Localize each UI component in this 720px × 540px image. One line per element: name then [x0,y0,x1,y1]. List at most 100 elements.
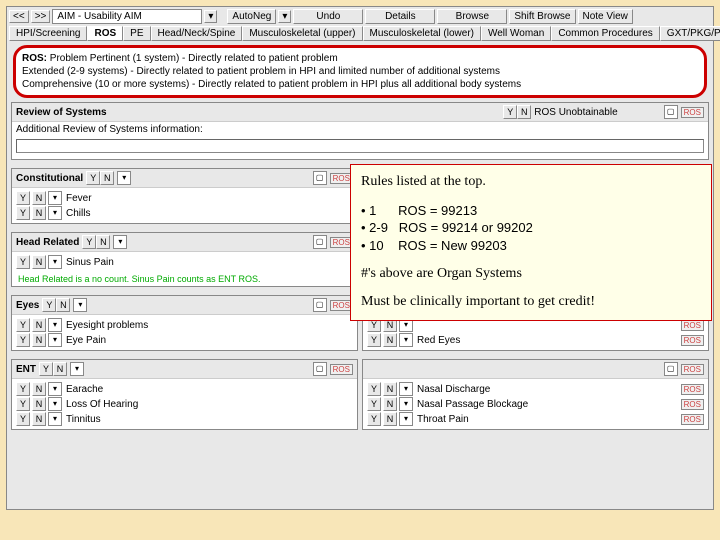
ent-expand[interactable]: ▢ [313,362,327,376]
throatpain-dd[interactable]: ▾ [399,412,413,426]
constitutional-y[interactable]: Y [86,171,100,185]
tab-pe[interactable]: PE [123,26,150,41]
eyesight-dd[interactable]: ▾ [48,318,62,332]
chills-n[interactable]: N [32,206,46,220]
callout-credit: Must be clinically important to get cred… [361,293,701,312]
head-n[interactable]: N [96,235,110,249]
eyes-dd[interactable]: ▾ [73,298,87,312]
tinnitus-n[interactable]: N [32,412,46,426]
fever-n[interactable]: N [32,191,46,205]
hearingloss-n[interactable]: N [32,397,46,411]
eyepain-y[interactable]: Y [16,333,30,347]
nasaldischarge-y[interactable]: Y [367,382,381,396]
chills-label: Chills [64,208,353,219]
tab-ros[interactable]: ROS [87,26,123,41]
throatpain-label: Throat Pain [415,414,679,425]
ros-rule-2: Extended (2-9 systems) - Directly relate… [22,65,698,78]
nasalblock-n[interactable]: N [383,397,397,411]
redeyes-chip[interactable]: ROS [681,335,704,346]
earache-y[interactable]: Y [16,382,30,396]
ent-dd[interactable]: ▾ [70,362,84,376]
ros-unobtainable-y[interactable]: Y [503,105,517,119]
eyes-n[interactable]: N [56,298,70,312]
throatpain-y[interactable]: Y [367,412,381,426]
redeyes-y[interactable]: Y [367,333,381,347]
sinuspain-dd[interactable]: ▾ [48,255,62,269]
constitutional-expand[interactable]: ▢ [313,171,327,185]
nasaldischarge-dd[interactable]: ▾ [399,382,413,396]
earache-dd[interactable]: ▾ [48,382,62,396]
ros-chip[interactable]: ROS [681,107,704,118]
tab-common-procedures[interactable]: Common Procedures [551,26,659,41]
browse-button[interactable]: Browse [437,9,507,24]
ros-rule-1: Problem Pertinent (1 system) - Directly … [50,53,338,64]
ent-title: ENT [16,364,36,375]
address-box[interactable]: AIM - Usability AIM [52,9,202,24]
nasaldischarge-chip[interactable]: ROS [681,384,704,395]
throatpain-n[interactable]: N [383,412,397,426]
fever-y[interactable]: Y [16,191,30,205]
ent-ros-chip[interactable]: ROS [330,364,353,375]
tab-msk-lower[interactable]: Musculoskeletal (lower) [363,26,481,41]
ent-right-expand[interactable]: ▢ [664,362,678,376]
top-toolbar: << >> AIM - Usability AIM ▾ AutoNeg ▾ Un… [7,7,713,26]
details-button[interactable]: Details [365,9,435,24]
tab-well-woman[interactable]: Well Woman [481,26,551,41]
eyepain-dd[interactable]: ▾ [48,333,62,347]
tab-hpi-screening[interactable]: HPI/Screening [9,26,87,41]
redeyes-n[interactable]: N [383,333,397,347]
address-dropdown-button[interactable]: ▾ [204,10,217,23]
callout-bullet-2: • 2-9 ROS = 99214 or 99202 [361,219,701,237]
ent-y[interactable]: Y [39,362,53,376]
tab-msk-upper[interactable]: Musculoskeletal (upper) [242,26,362,41]
hearingloss-dd[interactable]: ▾ [48,397,62,411]
autoneg-dropdown[interactable]: ▾ [278,10,291,23]
fever-dd[interactable]: ▾ [48,191,62,205]
sinuspain-label: Sinus Pain [64,257,353,268]
nasalblock-chip[interactable]: ROS [681,399,704,410]
throatpain-chip[interactable]: ROS [681,414,704,425]
head-expand[interactable]: ▢ [313,235,327,249]
sinuspain-n[interactable]: N [32,255,46,269]
tinnitus-dd[interactable]: ▾ [48,412,62,426]
tinnitus-y[interactable]: Y [16,412,30,426]
nav-forward-button[interactable]: >> [31,10,51,23]
redeyes-dd[interactable]: ▾ [399,333,413,347]
ros-unobtainable-expand[interactable]: ▢ [664,105,678,119]
tab-gxt-pkg-pfts[interactable]: GXT/PKG/PFTs/Others [660,26,720,41]
nasalblock-y[interactable]: Y [367,397,381,411]
eyes-y[interactable]: Y [42,298,56,312]
ent-right-ros-chip[interactable]: ROS [681,364,704,375]
constitutional-dd[interactable]: ▾ [117,171,131,185]
tab-head-neck-spine[interactable]: Head/Neck/Spine [151,26,243,41]
head-dd[interactable]: ▾ [113,235,127,249]
eyesight-y[interactable]: Y [16,318,30,332]
ros-unobtainable-label: ROS Unobtainable [534,107,617,118]
autoneg-button[interactable]: AutoNeg [227,9,276,24]
constitutional-n[interactable]: N [100,171,114,185]
nav-back-button[interactable]: << [9,10,29,23]
head-note: Head Related is a no count. Sinus Pain c… [12,272,357,286]
review-subtitle: Additional Review of Systems information… [12,122,708,137]
note-view-button[interactable]: Note View [578,9,633,24]
tinnitus-label: Tinnitus [64,414,353,425]
eyes-expand[interactable]: ▢ [313,298,327,312]
earache-n[interactable]: N [32,382,46,396]
eyepain-n[interactable]: N [32,333,46,347]
hearingloss-y[interactable]: Y [16,397,30,411]
ros-unobtainable-n[interactable]: N [517,105,531,119]
head-y[interactable]: Y [82,235,96,249]
additional-ros-input[interactable] [16,139,704,153]
nasaldischarge-n[interactable]: N [383,382,397,396]
head-title: Head Related [16,237,79,248]
callout-heading: Rules listed at the top. [361,173,701,192]
chills-y[interactable]: Y [16,206,30,220]
nasalblock-dd[interactable]: ▾ [399,397,413,411]
ent-n[interactable]: N [53,362,67,376]
eyesight-n[interactable]: N [32,318,46,332]
undo-button[interactable]: Undo [293,9,363,24]
chills-dd[interactable]: ▾ [48,206,62,220]
fever-label: Fever [64,193,353,204]
sinuspain-y[interactable]: Y [16,255,30,269]
shift-browse-button[interactable]: Shift Browse [509,9,575,24]
